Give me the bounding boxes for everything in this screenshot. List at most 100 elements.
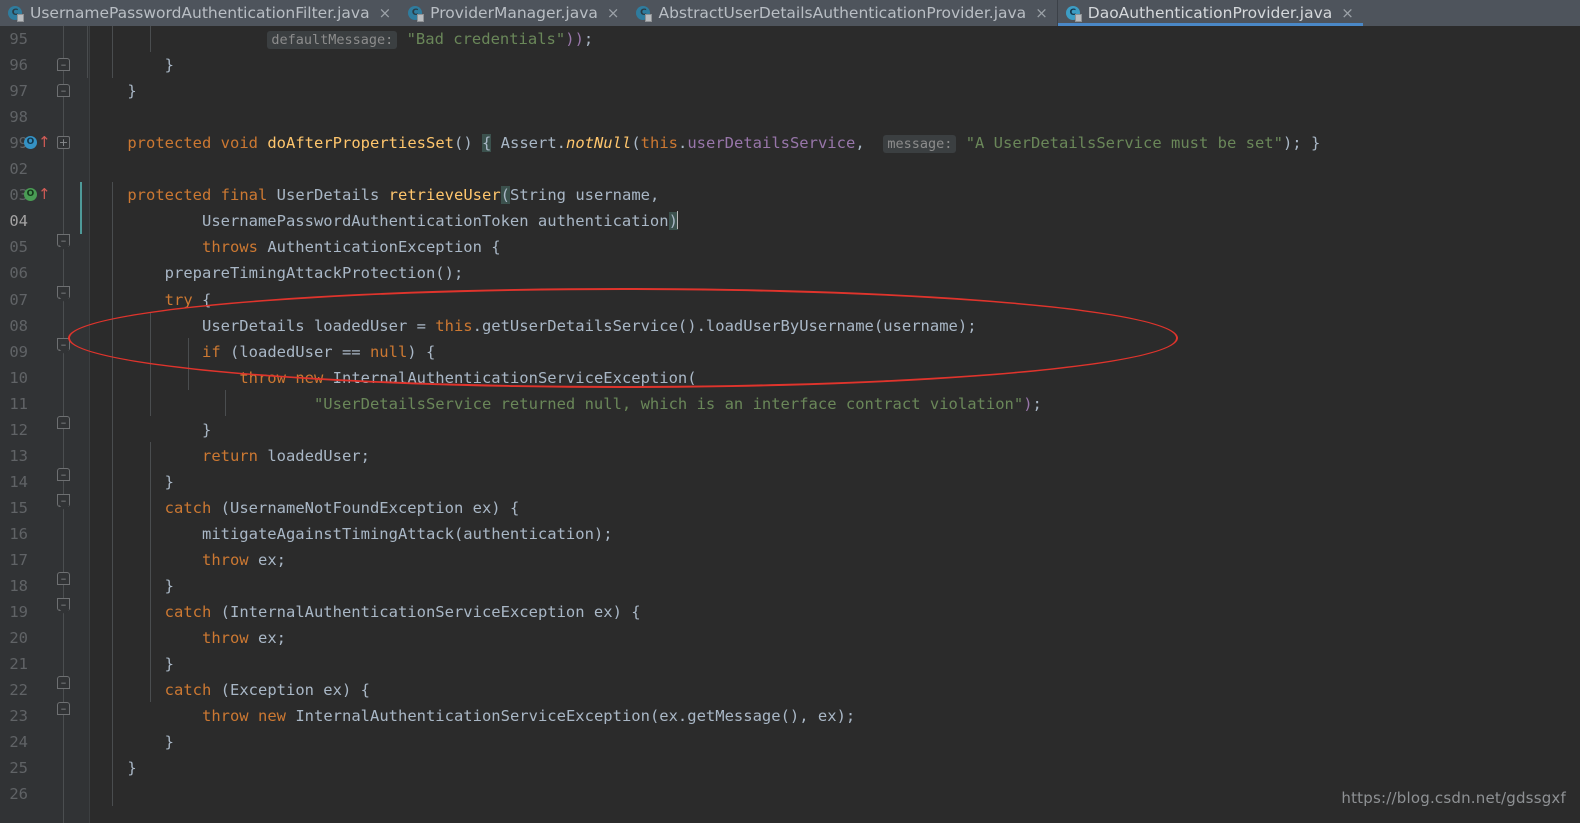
code-line-120[interactable]: throw ex; xyxy=(90,625,286,651)
line-number: 24 xyxy=(9,733,28,752)
code-line-110[interactable]: throw new InternalAuthenticationServiceE… xyxy=(90,365,696,391)
line-number: 12 xyxy=(9,420,28,439)
code-line-109[interactable]: if (loadedUser == null) { xyxy=(90,339,435,365)
java-class-icon: C xyxy=(8,5,24,22)
line-number: 16 xyxy=(9,524,28,543)
code-line-121[interactable]: } xyxy=(90,651,174,677)
code-line-117[interactable]: throw ex; xyxy=(90,547,286,573)
up-arrow-icon: ↑ xyxy=(38,133,51,151)
code-fold-expand-toggle[interactable]: + xyxy=(57,136,70,149)
code-line-127[interactable] xyxy=(90,808,127,823)
line-number: 96 xyxy=(9,56,28,75)
up-arrow-icon: ↑ xyxy=(38,185,51,203)
code-line-115[interactable]: catch (UsernameNotFoundException ex) { xyxy=(90,495,520,521)
line-number: 21 xyxy=(9,655,28,674)
code-line-111[interactable]: "UserDetailsService returned null, which… xyxy=(90,391,1042,417)
line-number-current: 04 xyxy=(9,212,28,231)
indent-guide xyxy=(87,26,88,78)
close-icon[interactable]: × xyxy=(377,5,392,21)
line-number: 10 xyxy=(9,368,28,387)
line-number: 26 xyxy=(9,785,28,804)
line-number: 09 xyxy=(9,342,28,361)
line-number: 18 xyxy=(9,577,28,596)
code-fold-toggle[interactable]: – xyxy=(57,84,70,97)
code-line-112[interactable]: } xyxy=(90,417,211,443)
line-number: 23 xyxy=(9,707,28,726)
text-caret xyxy=(676,211,678,230)
code-fold-toggle[interactable]: – xyxy=(57,416,70,429)
tab-DaoAuthenticationProvider[interactable]: C DaoAuthenticationProvider.java × xyxy=(1057,0,1363,26)
line-number: 20 xyxy=(9,629,28,648)
code-text-area[interactable]: defaultMessage: "Bad credentials")); } }… xyxy=(87,26,1580,823)
code-fold-toggle[interactable]: – xyxy=(57,234,70,247)
code-line-123[interactable]: throw new InternalAuthenticationServiceE… xyxy=(90,703,855,729)
code-line-124[interactable]: } xyxy=(90,729,174,755)
code-line-106[interactable]: prepareTimingAttackProtection(); xyxy=(90,260,464,286)
close-icon[interactable]: × xyxy=(1339,5,1354,21)
code-line-103[interactable]: protected final UserDetails retrieveUser… xyxy=(90,182,659,208)
code-line-113[interactable]: return loadedUser; xyxy=(90,443,370,469)
code-line-95[interactable]: defaultMessage: "Bad credentials")); xyxy=(90,26,593,52)
code-fold-toggle[interactable]: – xyxy=(57,702,70,715)
line-number: 08 xyxy=(9,316,28,335)
vcs-change-marker[interactable] xyxy=(80,182,82,235)
watermark-text: https://blog.csdn.net/gdssgxf xyxy=(1341,789,1566,807)
code-line-107[interactable]: try { xyxy=(90,287,212,313)
code-editor[interactable]: 95 96 97 98 99 02 03 04 05 06 07 08 09 1… xyxy=(0,26,1580,823)
code-line-108[interactable]: UserDetails loadedUser = this.getUserDet… xyxy=(90,313,977,339)
code-line-119[interactable]: catch (InternalAuthenticationServiceExce… xyxy=(90,599,641,625)
tab-label: AbstractUserDetailsAuthenticationProvide… xyxy=(658,4,1027,22)
line-number: 02 xyxy=(9,160,28,179)
code-line-99[interactable]: protected void doAfterPropertiesSet() { … xyxy=(90,130,1320,156)
java-class-icon-page xyxy=(1074,13,1082,22)
tab-label: UsernamePasswordAuthenticationFilter.jav… xyxy=(30,4,370,22)
line-number: 07 xyxy=(9,290,28,309)
code-fold-toggle[interactable]: – xyxy=(57,598,70,611)
code-fold-toggle[interactable]: – xyxy=(57,572,70,585)
parameter-hint: defaultMessage: xyxy=(267,31,398,49)
tab-ProviderManager[interactable]: C ProviderManager.java × xyxy=(400,0,628,26)
overriding-method-marker[interactable]: O ↑ xyxy=(24,186,58,204)
line-number: 19 xyxy=(9,603,28,622)
tab-AbstractUserDetailsAuthenticationProvider[interactable]: C AbstractUserDetailsAuthenticationProvi… xyxy=(628,0,1056,26)
code-line-114[interactable]: } xyxy=(90,469,174,495)
code-line-97[interactable]: } xyxy=(90,78,136,104)
tab-UsernamePasswordAuthenticationFilter[interactable]: C UsernamePasswordAuthenticationFilter.j… xyxy=(0,0,400,26)
java-class-icon: C xyxy=(408,5,425,22)
line-number: 22 xyxy=(9,681,28,700)
code-fold-toggle[interactable]: – xyxy=(57,338,70,351)
java-class-icon-page xyxy=(417,13,425,22)
line-number: 17 xyxy=(9,551,28,569)
code-line-122[interactable]: catch (Exception ex) { xyxy=(90,677,370,703)
line-number-gutter[interactable]: 95 96 97 98 99 02 03 04 05 06 07 08 09 1… xyxy=(0,26,90,823)
code-fold-toggle[interactable]: – xyxy=(57,58,70,71)
java-class-icon: C xyxy=(636,5,653,22)
code-line-125[interactable]: } xyxy=(90,755,136,781)
java-class-icon-page xyxy=(645,13,653,22)
implementing-method-marker[interactable]: O ↑ xyxy=(24,134,58,152)
close-icon[interactable]: × xyxy=(1033,5,1048,21)
implements-icon: O xyxy=(24,136,37,149)
code-fold-toggle[interactable]: – xyxy=(57,468,70,481)
code-line-96[interactable]: } xyxy=(90,52,174,78)
editor-tab-bar: C UsernamePasswordAuthenticationFilter.j… xyxy=(0,0,1580,26)
code-fold-toggle[interactable]: – xyxy=(57,494,70,507)
line-number: 97 xyxy=(9,82,28,101)
code-line-104[interactable]: UsernamePasswordAuthenticationToken auth… xyxy=(90,208,678,234)
code-line-105[interactable]: throws AuthenticationException { xyxy=(90,234,501,260)
line-number: 98 xyxy=(9,108,28,127)
close-icon[interactable]: × xyxy=(605,5,620,21)
overrides-icon: O xyxy=(24,188,37,201)
parameter-hint: message: xyxy=(883,135,957,154)
line-number: 14 xyxy=(9,472,28,491)
code-line-118[interactable]: } xyxy=(90,573,174,599)
code-fold-toggle[interactable]: – xyxy=(57,676,70,689)
code-line-116[interactable]: mitigateAgainstTimingAttack(authenticati… xyxy=(90,521,613,547)
code-fold-toggle[interactable]: – xyxy=(57,286,70,299)
tab-label: ProviderManager.java xyxy=(430,4,598,22)
line-number: 15 xyxy=(9,498,28,517)
line-number: 95 xyxy=(9,30,28,48)
line-number: 13 xyxy=(9,446,28,465)
tab-label: DaoAuthenticationProvider.java xyxy=(1087,4,1333,22)
line-number: 06 xyxy=(9,264,28,283)
